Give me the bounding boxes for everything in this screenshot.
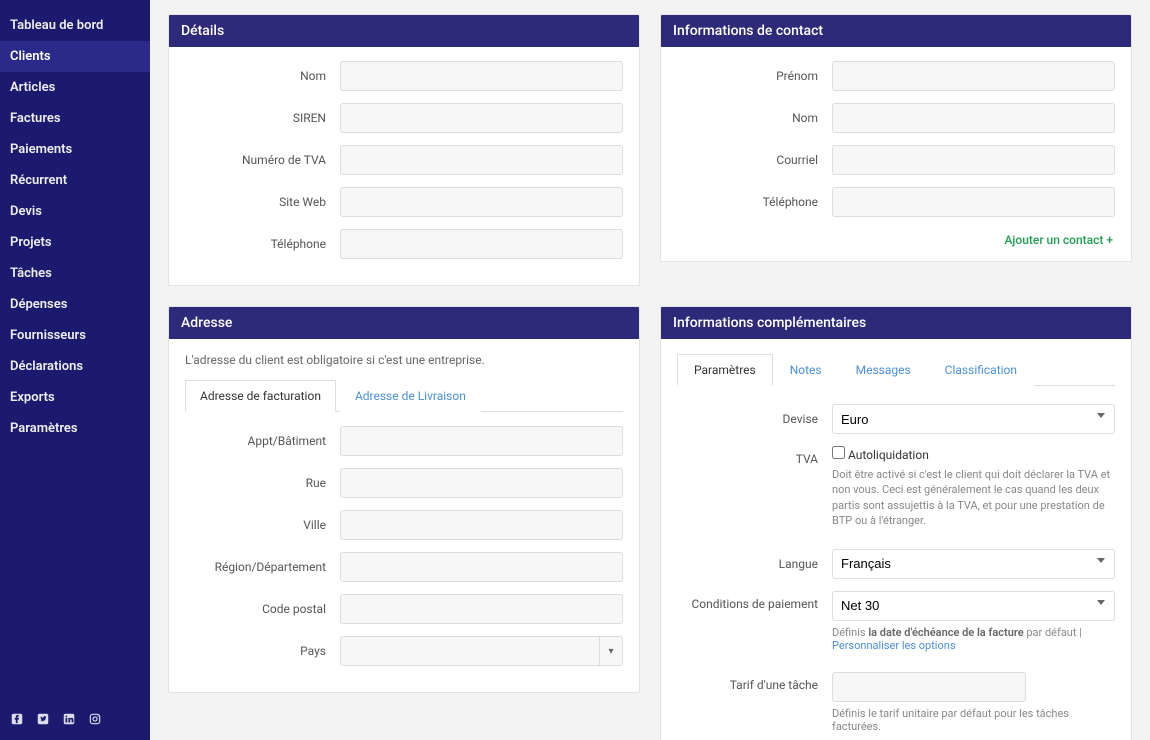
- sidebar-item-dashboard[interactable]: Tableau de bord: [0, 10, 150, 41]
- sidebar-item-recurring[interactable]: Récurrent: [0, 165, 150, 196]
- sidebar-item-clients[interactable]: Clients: [0, 41, 150, 72]
- details-panel: Détails Nom SIREN Numéro de TVA: [168, 14, 640, 286]
- tab-billing-address[interactable]: Adresse de facturation: [185, 380, 336, 412]
- label-ville: Ville: [185, 518, 340, 532]
- linkedin-icon[interactable]: [62, 712, 76, 730]
- input-tel[interactable]: [340, 229, 623, 259]
- input-postal[interactable]: [340, 594, 623, 624]
- sidebar-social: [0, 702, 150, 740]
- input-site[interactable]: [340, 187, 623, 217]
- label-appt: Appt/Bâtiment: [185, 434, 340, 448]
- input-courriel[interactable]: [832, 145, 1115, 175]
- caret-down-icon: ▾: [608, 646, 613, 657]
- chevron-down-icon: [1097, 558, 1105, 563]
- sidebar-item-invoices[interactable]: Factures: [0, 103, 150, 134]
- twitter-icon[interactable]: [36, 712, 50, 730]
- tab-classification[interactable]: Classification: [928, 354, 1034, 386]
- address-tabs: Adresse de facturation Adresse de Livrai…: [185, 379, 623, 412]
- sidebar-item-expenses[interactable]: Dépenses: [0, 289, 150, 320]
- tab-shipping-address[interactable]: Adresse de Livraison: [340, 380, 481, 412]
- input-tarif[interactable]: [832, 672, 1026, 702]
- tab-notes[interactable]: Notes: [773, 354, 839, 386]
- input-tva-num[interactable]: [340, 145, 623, 175]
- label-region: Région/Département: [185, 560, 340, 574]
- autoliq-row[interactable]: Autoliquidation: [832, 448, 929, 462]
- label-pays: Pays: [185, 644, 340, 658]
- select-langue[interactable]: [832, 549, 1115, 579]
- instagram-icon[interactable]: [88, 712, 102, 730]
- contact-header: Informations de contact: [661, 15, 1131, 47]
- input-siren[interactable]: [340, 103, 623, 133]
- input-rue[interactable]: [340, 468, 623, 498]
- input-pays[interactable]: [340, 636, 599, 666]
- add-contact-link[interactable]: Ajouter un contact +: [677, 229, 1115, 247]
- label-postal: Code postal: [185, 602, 340, 616]
- input-ville[interactable]: [340, 510, 623, 540]
- conditions-help: Définis la date d'échéance de la facture…: [832, 626, 1115, 652]
- details-header: Détails: [169, 15, 639, 47]
- input-appt[interactable]: [340, 426, 623, 456]
- main-content: Détails Nom SIREN Numéro de TVA: [150, 0, 1150, 740]
- extra-tabs: Paramètres Notes Messages Classification: [677, 353, 1115, 386]
- label-tva: TVA: [677, 446, 832, 466]
- label-site: Site Web: [185, 195, 340, 209]
- sidebar-item-quotes[interactable]: Devis: [0, 196, 150, 227]
- checkbox-autoliq[interactable]: [832, 446, 845, 459]
- input-prenom[interactable]: [832, 61, 1115, 91]
- tab-messages[interactable]: Messages: [839, 354, 928, 386]
- label-nom: Nom: [185, 69, 340, 83]
- address-note: L'adresse du client est obligatoire si c…: [185, 353, 623, 367]
- address-panel: Adresse L'adresse du client est obligato…: [168, 306, 640, 693]
- select-conditions[interactable]: [832, 591, 1115, 621]
- label-tarif: Tarif d'une tâche: [677, 672, 832, 692]
- contact-panel: Informations de contact Prénom Nom Courr…: [660, 14, 1132, 262]
- sidebar-item-tasks[interactable]: Tâches: [0, 258, 150, 289]
- input-contact-nom[interactable]: [832, 103, 1115, 133]
- chevron-down-icon: [1097, 413, 1105, 418]
- label-tel: Téléphone: [185, 237, 340, 251]
- country-dropdown-toggle[interactable]: ▾: [599, 636, 623, 666]
- label-rue: Rue: [185, 476, 340, 490]
- label-siren: SIREN: [185, 111, 340, 125]
- tab-parametres[interactable]: Paramètres: [677, 354, 773, 386]
- sidebar-item-projects[interactable]: Projets: [0, 227, 150, 258]
- sidebar-item-declarations[interactable]: Déclarations: [0, 351, 150, 382]
- extra-header: Informations complémentaires: [661, 307, 1131, 339]
- label-contact-tel: Téléphone: [677, 195, 832, 209]
- sidebar-item-settings[interactable]: Paramètres: [0, 413, 150, 444]
- label-prenom: Prénom: [677, 69, 832, 83]
- input-nom[interactable]: [340, 61, 623, 91]
- autoliq-help: Doit être activé si c'est le client qui …: [832, 467, 1115, 529]
- sidebar-item-articles[interactable]: Articles: [0, 72, 150, 103]
- label-contact-nom: Nom: [677, 111, 832, 125]
- label-tva-num: Numéro de TVA: [185, 153, 340, 167]
- extra-panel: Informations complémentaires Paramètres …: [660, 306, 1132, 740]
- input-contact-tel[interactable]: [832, 187, 1115, 217]
- label-devise: Devise: [677, 412, 832, 426]
- label-conditions: Conditions de paiement: [677, 591, 832, 611]
- facebook-icon[interactable]: [10, 712, 24, 730]
- sidebar-item-payments[interactable]: Paiements: [0, 134, 150, 165]
- input-region[interactable]: [340, 552, 623, 582]
- sidebar: Tableau de bord Clients Articles Facture…: [0, 0, 150, 740]
- sidebar-item-exports[interactable]: Exports: [0, 382, 150, 413]
- label-courriel: Courriel: [677, 153, 832, 167]
- autoliq-label: Autoliquidation: [848, 448, 929, 462]
- label-langue: Langue: [677, 557, 832, 571]
- select-devise[interactable]: [832, 404, 1115, 434]
- chevron-down-icon: [1097, 600, 1105, 605]
- tarif-help: Définis le tarif unitaire par défaut pou…: [832, 707, 1115, 733]
- sidebar-item-suppliers[interactable]: Fournisseurs: [0, 320, 150, 351]
- address-header: Adresse: [169, 307, 639, 339]
- customize-options-link[interactable]: Personnaliser les options: [832, 639, 956, 652]
